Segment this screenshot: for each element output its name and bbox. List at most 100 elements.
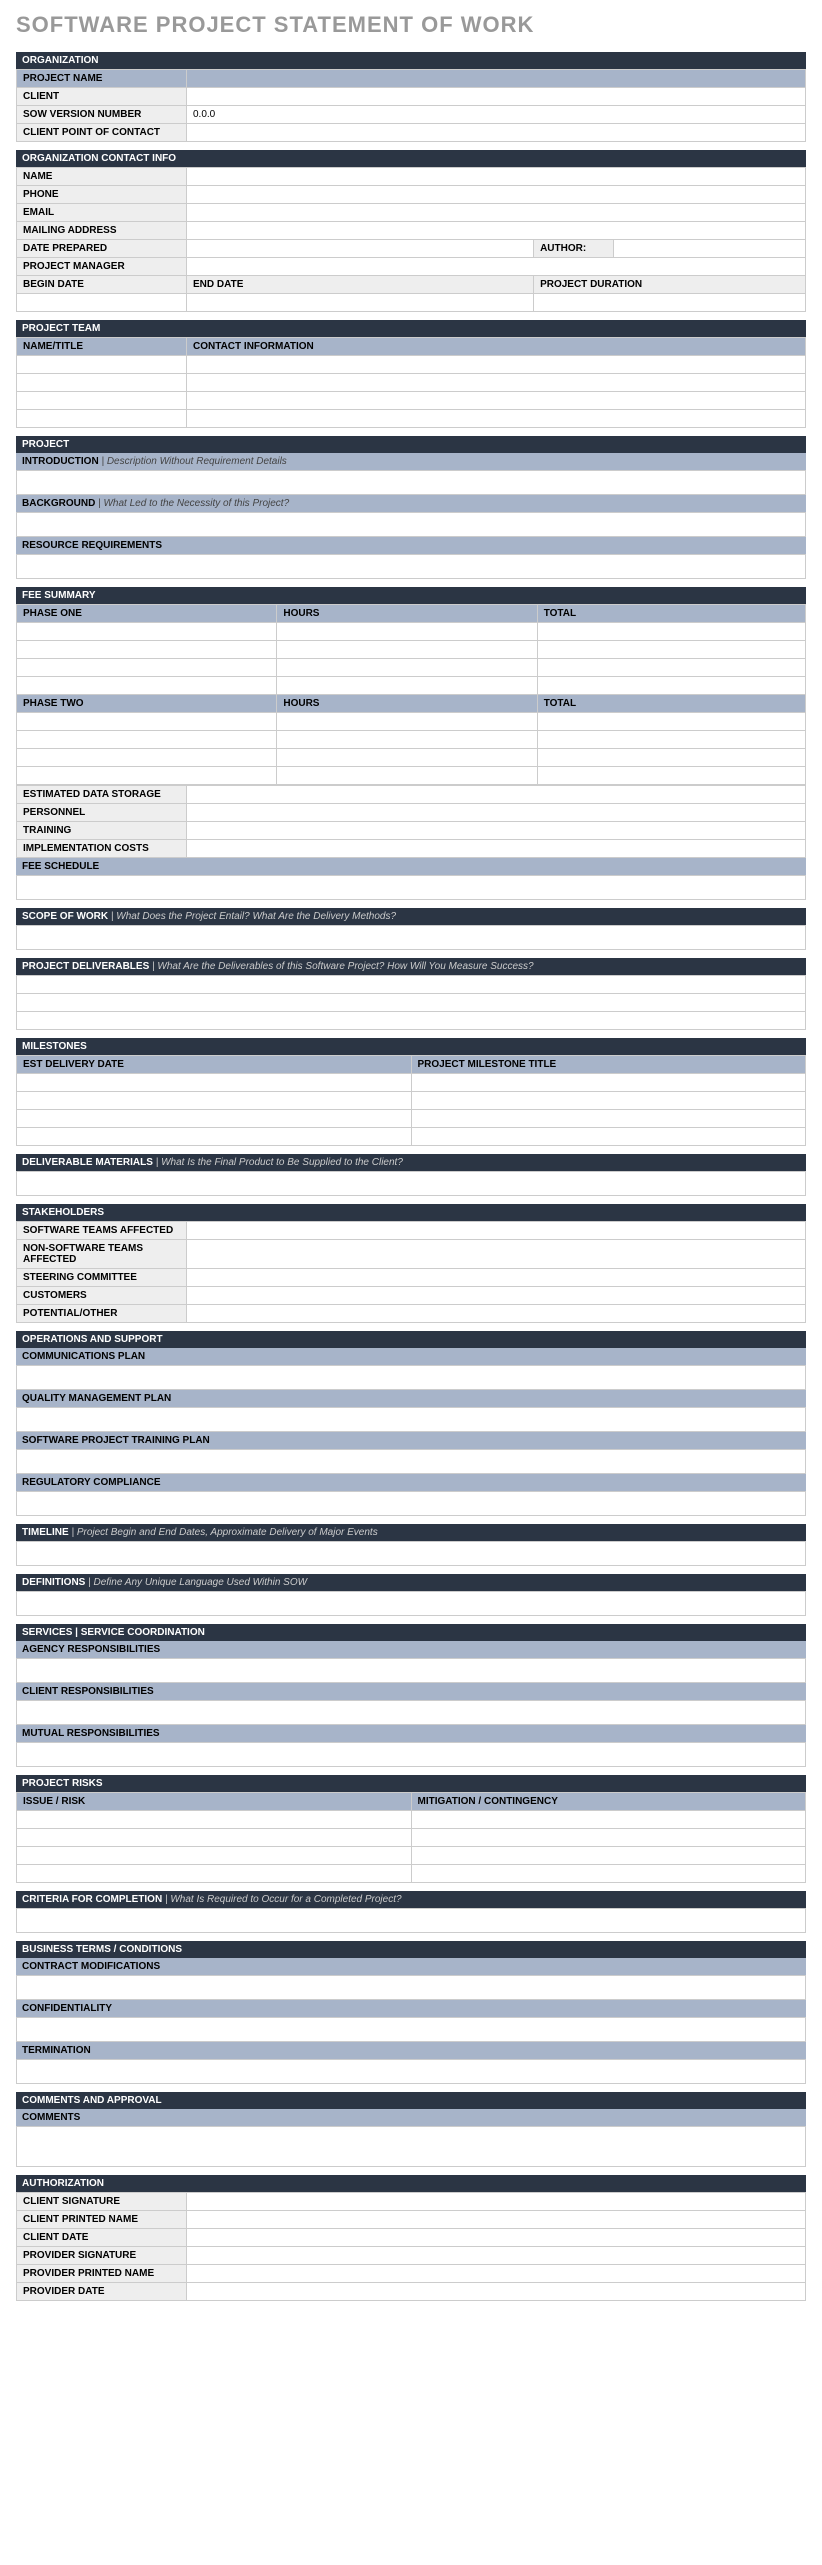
- risk-issue-field[interactable]: [17, 1847, 412, 1865]
- phone-field[interactable]: [187, 186, 806, 204]
- risk-mitigation-field[interactable]: [411, 1811, 806, 1829]
- scope-field[interactable]: [17, 926, 806, 950]
- other-field[interactable]: [187, 1305, 806, 1323]
- deliv-mat-field[interactable]: [17, 1172, 806, 1196]
- milestone-title-field[interactable]: [411, 1074, 806, 1092]
- fee-schedule-field[interactable]: [17, 876, 806, 900]
- team-name-field[interactable]: [17, 374, 187, 392]
- quality-field[interactable]: [17, 1408, 806, 1432]
- name-field[interactable]: [187, 168, 806, 186]
- deliverables-field[interactable]: [17, 976, 806, 994]
- prov-sig-field[interactable]: [187, 2247, 806, 2265]
- team-contact-field[interactable]: [187, 374, 806, 392]
- fee-cell[interactable]: [17, 623, 277, 641]
- team-name-field[interactable]: [17, 356, 187, 374]
- customers-field[interactable]: [187, 1287, 806, 1305]
- deliverables-field[interactable]: [17, 994, 806, 1012]
- team-contact-field[interactable]: [187, 392, 806, 410]
- fee-cell[interactable]: [277, 623, 537, 641]
- fee-cell[interactable]: [537, 749, 805, 767]
- timeline-field[interactable]: [17, 1542, 806, 1566]
- client-sig-field[interactable]: [187, 2193, 806, 2211]
- client-name-field[interactable]: [187, 2211, 806, 2229]
- end-date-field[interactable]: [187, 294, 534, 312]
- definitions-field[interactable]: [17, 1592, 806, 1616]
- risk-mitigation-field[interactable]: [411, 1865, 806, 1883]
- mods-field[interactable]: [17, 1976, 806, 2000]
- poc-field[interactable]: [187, 124, 806, 142]
- mutual-field[interactable]: [17, 1743, 806, 1767]
- risk-issue-field[interactable]: [17, 1829, 412, 1847]
- risk-mitigation-field[interactable]: [411, 1829, 806, 1847]
- termination-field[interactable]: [17, 2060, 806, 2084]
- deliverables-field[interactable]: [17, 1012, 806, 1030]
- project-name-field[interactable]: [187, 70, 806, 88]
- personnel-field[interactable]: [187, 804, 806, 822]
- fee-cell[interactable]: [17, 731, 277, 749]
- milestone-title-field[interactable]: [411, 1110, 806, 1128]
- fee-cell[interactable]: [17, 767, 277, 785]
- fee-cell[interactable]: [17, 659, 277, 677]
- impl-field[interactable]: [187, 840, 806, 858]
- fee-cell[interactable]: [537, 767, 805, 785]
- training-field[interactable]: [187, 822, 806, 840]
- fee-cell[interactable]: [277, 767, 537, 785]
- nonsw-teams-field[interactable]: [187, 1240, 806, 1269]
- fee-cell[interactable]: [277, 713, 537, 731]
- team-name-field[interactable]: [17, 410, 187, 428]
- prov-date-field[interactable]: [187, 2283, 806, 2301]
- reg-field[interactable]: [17, 1492, 806, 1516]
- client-field[interactable]: [187, 88, 806, 106]
- mailing-field[interactable]: [187, 222, 806, 240]
- intro-field[interactable]: [17, 471, 806, 495]
- fee-cell[interactable]: [17, 641, 277, 659]
- author-field[interactable]: [614, 240, 806, 258]
- fee-cell[interactable]: [277, 749, 537, 767]
- risk-mitigation-field[interactable]: [411, 1847, 806, 1865]
- conf-field[interactable]: [17, 2018, 806, 2042]
- team-contact-field[interactable]: [187, 356, 806, 374]
- pm-field[interactable]: [187, 258, 806, 276]
- fee-cell[interactable]: [277, 659, 537, 677]
- fee-cell[interactable]: [537, 623, 805, 641]
- sow-version-field[interactable]: 0.0.0: [187, 106, 806, 124]
- ops-training-field[interactable]: [17, 1450, 806, 1474]
- fee-cell[interactable]: [277, 731, 537, 749]
- fee-cell[interactable]: [277, 641, 537, 659]
- fee-cell[interactable]: [17, 677, 277, 695]
- team-contact-field[interactable]: [187, 410, 806, 428]
- storage-field[interactable]: [187, 786, 806, 804]
- milestone-title-field[interactable]: [411, 1092, 806, 1110]
- email-field[interactable]: [187, 204, 806, 222]
- comments-field[interactable]: [17, 2127, 806, 2167]
- sw-teams-field[interactable]: [187, 1222, 806, 1240]
- fee-cell[interactable]: [17, 713, 277, 731]
- milestone-title-field[interactable]: [411, 1128, 806, 1146]
- client-date-field[interactable]: [187, 2229, 806, 2247]
- client-resp-field[interactable]: [17, 1701, 806, 1725]
- agency-field[interactable]: [17, 1659, 806, 1683]
- risk-issue-field[interactable]: [17, 1811, 412, 1829]
- comm-field[interactable]: [17, 1366, 806, 1390]
- risk-issue-field[interactable]: [17, 1865, 412, 1883]
- fee-cell[interactable]: [537, 731, 805, 749]
- completion-field[interactable]: [17, 1909, 806, 1933]
- fee-cell[interactable]: [537, 659, 805, 677]
- fee-cell[interactable]: [537, 677, 805, 695]
- date-prepared-field[interactable]: [187, 240, 534, 258]
- resource-field[interactable]: [17, 555, 806, 579]
- begin-date-field[interactable]: [17, 294, 187, 312]
- milestone-date-field[interactable]: [17, 1128, 412, 1146]
- fee-cell[interactable]: [17, 749, 277, 767]
- fee-cell[interactable]: [537, 713, 805, 731]
- milestone-date-field[interactable]: [17, 1074, 412, 1092]
- milestone-date-field[interactable]: [17, 1092, 412, 1110]
- fee-cell[interactable]: [537, 641, 805, 659]
- team-name-field[interactable]: [17, 392, 187, 410]
- milestone-date-field[interactable]: [17, 1110, 412, 1128]
- fee-cell[interactable]: [277, 677, 537, 695]
- steering-field[interactable]: [187, 1269, 806, 1287]
- background-field[interactable]: [17, 513, 806, 537]
- duration-field[interactable]: [534, 294, 806, 312]
- prov-name-field[interactable]: [187, 2265, 806, 2283]
